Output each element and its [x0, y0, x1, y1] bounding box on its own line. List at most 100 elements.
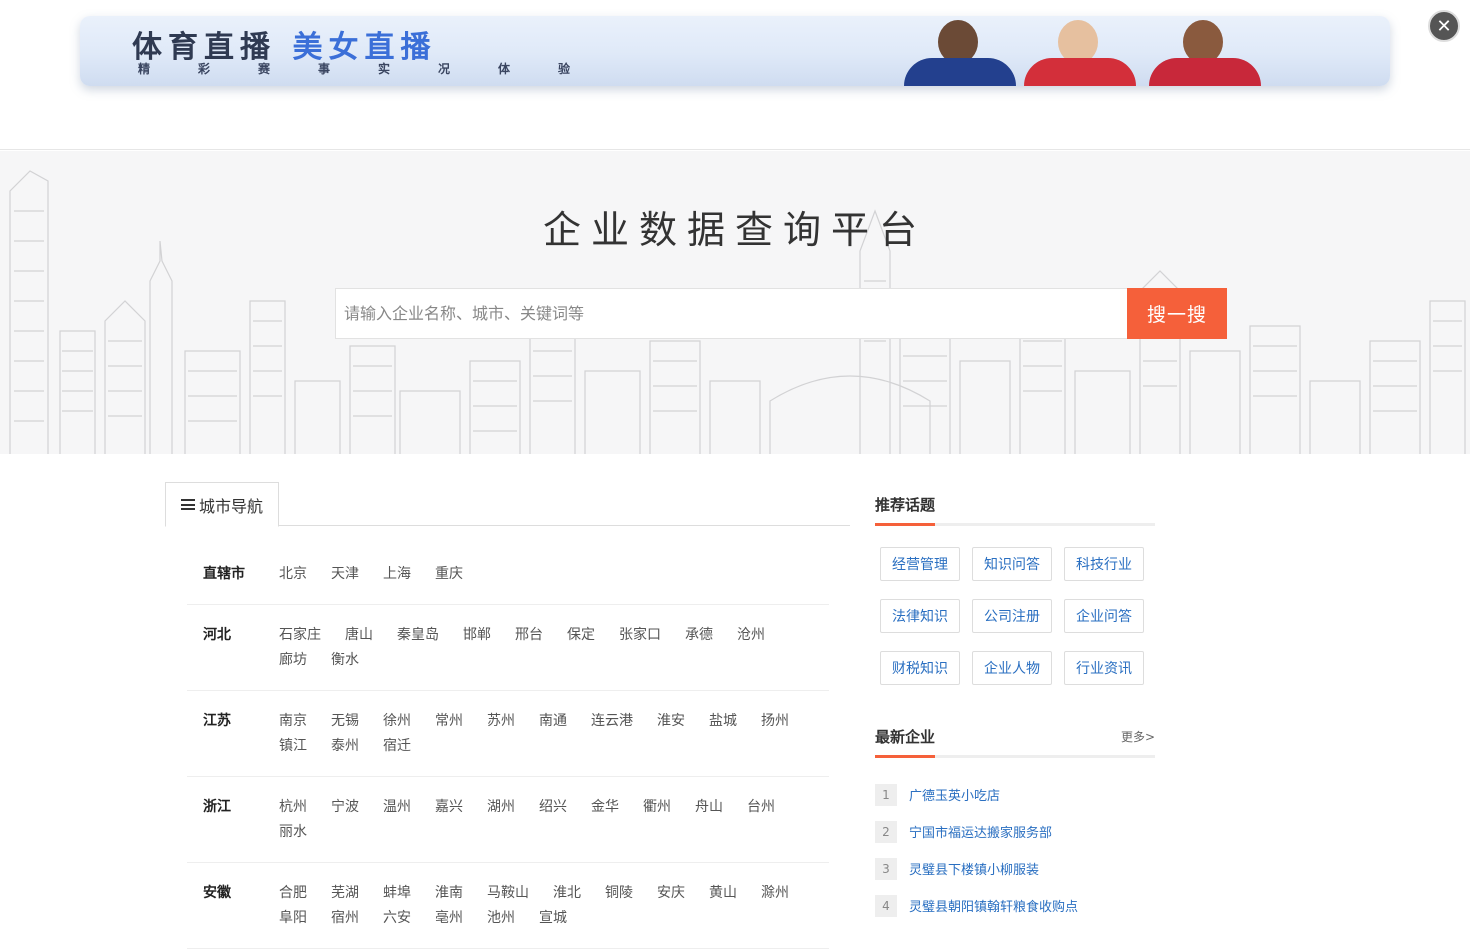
city-link[interactable]: 南京	[279, 709, 307, 734]
city-link[interactable]: 宁波	[331, 795, 359, 820]
city-link[interactable]: 上海	[383, 562, 411, 587]
list-item: 1 广德玉英小吃店	[875, 776, 1155, 813]
city-link[interactable]: 阜阳	[279, 906, 307, 931]
tab-city-nav[interactable]: 城市导航	[165, 482, 279, 527]
list-item: 3 灵璧县下楼镇小柳服装	[875, 850, 1155, 887]
topic-tag[interactable]: 财税知识	[880, 651, 960, 685]
recommended-topics-title: 推荐话题	[875, 496, 936, 514]
city-link[interactable]: 宿迁	[383, 734, 411, 759]
city-link[interactable]: 马鞍山	[487, 881, 529, 906]
city-link[interactable]: 芜湖	[331, 881, 359, 906]
city-link[interactable]: 金华	[591, 795, 619, 820]
city-link[interactable]: 淮安	[657, 709, 685, 734]
city-link[interactable]: 绍兴	[539, 795, 567, 820]
recommended-topics-header: 推荐话题	[875, 482, 1155, 526]
city-link[interactable]: 石家庄	[279, 623, 321, 648]
city-links: 南京 无锡 徐州 常州 苏州 南通 连云港 淮安 盐城 扬州镇江 泰州 宿迁	[279, 709, 829, 759]
list-icon	[180, 499, 195, 510]
city-link[interactable]: 合肥	[279, 881, 307, 906]
city-link[interactable]: 常州	[435, 709, 463, 734]
region-name: 安徽	[203, 885, 231, 901]
city-link[interactable]: 铜陵	[605, 881, 633, 906]
close-ad-icon[interactable]: ✕	[1428, 10, 1460, 42]
city-link[interactable]: 沧州	[737, 623, 765, 648]
city-link[interactable]: 无锡	[331, 709, 359, 734]
region-row: 河北 石家庄 唐山 秦皇岛 邯郸 邢台 保定 张家口 承德 沧州廊坊 衡水	[187, 605, 829, 691]
page-title: 企业数据查询平台	[542, 208, 927, 252]
enterprise-link[interactable]: 灵璧县朝阳镇翰轩粮食收购点	[909, 896, 1078, 915]
city-link[interactable]: 廊坊	[279, 648, 307, 673]
city-link[interactable]: 唐山	[345, 623, 373, 648]
topic-tag[interactable]: 企业人物	[972, 651, 1052, 685]
city-link[interactable]: 北京	[279, 562, 307, 587]
region-name: 江苏	[203, 713, 231, 729]
player-figure	[900, 16, 1020, 86]
latest-enterprise-list: 1 广德玉英小吃店 2 宁国市福运达搬家服务部 3 灵璧县下楼镇小柳服装 4 灵璧县朝阳镇翰轩…	[875, 758, 1155, 924]
city-link[interactable]: 张家口	[619, 623, 661, 648]
enterprise-link[interactable]: 广德玉英小吃店	[909, 785, 1000, 804]
city-link[interactable]: 蚌埠	[383, 881, 411, 906]
city-link[interactable]: 重庆	[435, 562, 463, 587]
city-link[interactable]: 亳州	[435, 906, 463, 931]
city-link[interactable]: 丽水	[279, 820, 307, 845]
city-link[interactable]: 承德	[685, 623, 713, 648]
city-link[interactable]: 邯郸	[463, 623, 491, 648]
title-underline	[875, 755, 935, 758]
region-name: 直辖市	[203, 566, 245, 582]
city-link[interactable]: 温州	[383, 795, 411, 820]
search-button[interactable]: 搜一搜	[1127, 288, 1227, 339]
city-link[interactable]: 湖州	[487, 795, 515, 820]
region-name: 河北	[203, 627, 231, 643]
topic-tag[interactable]: 知识问答	[972, 547, 1052, 581]
tab-city-nav-label: 城市导航	[198, 496, 263, 516]
city-link[interactable]: 衢州	[643, 795, 671, 820]
city-link[interactable]: 宿州	[331, 906, 359, 931]
topic-tag[interactable]: 行业资讯	[1064, 651, 1144, 685]
search-input[interactable]	[335, 288, 1127, 339]
sports-live-ad-banner[interactable]: 体育直播 美女直播 精彩赛事实况体验	[80, 16, 1390, 86]
city-link[interactable]: 黄山	[709, 881, 737, 906]
city-link[interactable]: 秦皇岛	[397, 623, 439, 648]
city-link[interactable]: 南通	[539, 709, 567, 734]
topic-tag[interactable]: 公司注册	[972, 599, 1052, 633]
region-row: 安徽 合肥 芜湖 蚌埠 淮南 马鞍山 淮北 铜陵 安庆 黄山 滁州阜阳 宿州 六安 亳州 池州 宣城	[187, 863, 829, 949]
city-link[interactable]: 扬州	[761, 709, 789, 734]
city-link[interactable]: 池州	[487, 906, 515, 931]
rank-badge: 4	[875, 894, 897, 917]
city-nav-tab-bar: 城市导航	[165, 482, 850, 527]
enterprise-link[interactable]: 宁国市福运达搬家服务部	[909, 822, 1052, 841]
city-link[interactable]: 舟山	[695, 795, 723, 820]
city-link[interactable]: 连云港	[591, 709, 633, 734]
hero-section: 企业数据查询平台 搜一搜	[0, 151, 1470, 454]
city-link[interactable]: 盐城	[709, 709, 737, 734]
city-link[interactable]: 泰州	[331, 734, 359, 759]
topic-tag-grid: 经营管理 知识问答 科技行业法律知识 公司注册 企业问答财税知识 企业人物 行业资讯	[875, 526, 1155, 685]
city-link[interactable]: 六安	[383, 906, 411, 931]
ad-subtitle: 精彩赛事实况体验	[138, 62, 619, 76]
topic-tag[interactable]: 法律知识	[880, 599, 960, 633]
more-link[interactable]: 更多>	[1121, 728, 1155, 745]
topic-tag[interactable]: 科技行业	[1064, 547, 1144, 581]
latest-enterprises-header: 最新企业 更多>	[875, 714, 1155, 758]
city-links: 石家庄 唐山 秦皇岛 邯郸 邢台 保定 张家口 承德 沧州廊坊 衡水	[279, 623, 829, 673]
city-link[interactable]: 苏州	[487, 709, 515, 734]
region-list: 直辖市 北京 天津 上海 重庆河北 石家庄 唐山 秦皇岛 邯郸 邢台 保定 张家口 承德 沧州廊坊 衡水江苏…	[187, 546, 829, 949]
topic-tag[interactable]: 企业问答	[1064, 599, 1144, 633]
city-link[interactable]: 淮南	[435, 881, 463, 906]
topic-tag[interactable]: 经营管理	[880, 547, 960, 581]
enterprise-link[interactable]: 灵璧县下楼镇小柳服装	[909, 859, 1039, 878]
city-link[interactable]: 邢台	[515, 623, 543, 648]
city-link[interactable]: 保定	[567, 623, 595, 648]
region-name: 浙江	[203, 799, 231, 815]
city-link[interactable]: 杭州	[279, 795, 307, 820]
city-link[interactable]: 衡水	[331, 648, 359, 673]
city-link[interactable]: 台州	[747, 795, 775, 820]
city-link[interactable]: 滁州	[761, 881, 789, 906]
city-link[interactable]: 淮北	[553, 881, 581, 906]
city-link[interactable]: 镇江	[279, 734, 307, 759]
city-link[interactable]: 徐州	[383, 709, 411, 734]
city-link[interactable]: 嘉兴	[435, 795, 463, 820]
city-link[interactable]: 宣城	[539, 906, 567, 931]
city-link[interactable]: 天津	[331, 562, 359, 587]
city-link[interactable]: 安庆	[657, 881, 685, 906]
